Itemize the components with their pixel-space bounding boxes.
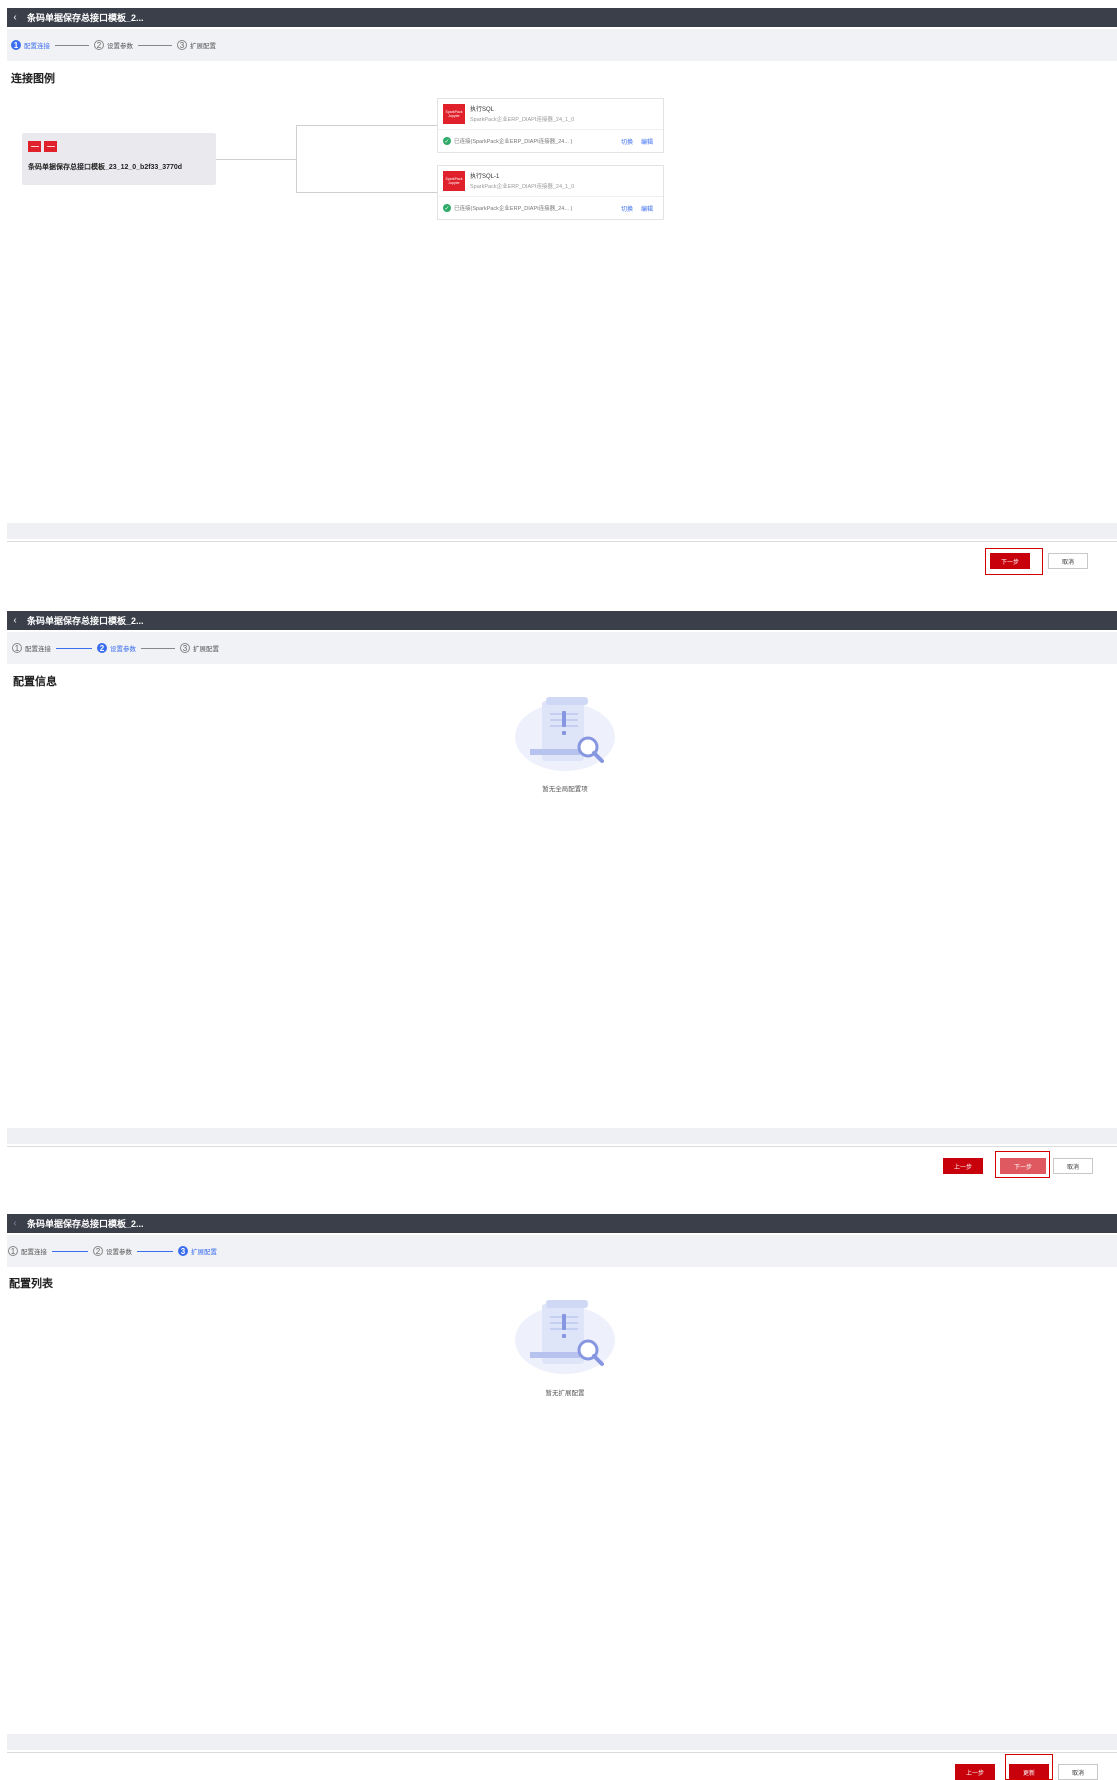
edit-link[interactable]: 编辑 <box>641 204 653 213</box>
step-number: 1 <box>8 1246 18 1256</box>
check-circle-icon: ✓ <box>443 137 451 145</box>
empty-document-search-icon <box>515 697 615 771</box>
sparkpack-logo-icon: SparkPack Jupyter <box>443 104 465 124</box>
section-title: 配置列表 <box>9 1278 53 1290</box>
connection-status: ✓ 已连接(SparkPack企业ERP_DIAPI连接器_24... ) <box>443 204 572 212</box>
step-1: 1 配置连接 <box>8 1246 47 1256</box>
step-label: 设置参数 <box>106 1249 132 1256</box>
empty-text: 暂无扩展配置 <box>545 1390 585 1397</box>
app-icon <box>44 141 57 152</box>
switch-link[interactable]: 切换 <box>621 204 633 213</box>
footer-divider <box>7 1752 1117 1753</box>
empty-document-search-icon <box>515 1300 615 1374</box>
step-number: 1 <box>11 40 21 50</box>
step-number: 3 <box>177 40 187 50</box>
source-icons <box>28 141 57 152</box>
step-3: 3 扩展配置 <box>178 1246 217 1256</box>
target-card: SparkPack Jupyter 执行SQL SparkPack企业ERP_DI… <box>437 98 664 153</box>
app-title: 条码单据保存总接口模板_2... <box>27 13 144 23</box>
section-title: 配置信息 <box>13 676 57 688</box>
cancel-button[interactable]: 取消 <box>1058 1764 1098 1780</box>
step-connector <box>138 44 172 46</box>
step-connector <box>141 647 175 649</box>
target-connector: SparkPack企业ERP_DIAPI连接器_24_1_0 <box>470 184 575 190</box>
cancel-button[interactable]: 取消 <box>1048 553 1088 569</box>
footer-strip <box>7 1734 1117 1750</box>
footer-divider <box>7 541 1117 542</box>
back-chevron-icon[interactable]: ‹ <box>7 615 23 626</box>
step-label: 扩展配置 <box>193 646 219 653</box>
footer-divider <box>7 1146 1117 1147</box>
source-node[interactable]: 条码单据保存总接口模板_23_12_0_b2f33_3770d <box>22 133 216 185</box>
footer-strip <box>7 523 1117 539</box>
update-button[interactable]: 更新 <box>1009 1764 1049 1780</box>
step-2: 2 设置参数 <box>94 40 133 50</box>
step-label: 扩展配置 <box>190 43 216 50</box>
prev-button[interactable]: 上一步 <box>943 1158 983 1174</box>
step-connector <box>55 44 89 46</box>
app-icon <box>28 141 41 152</box>
divider <box>438 129 663 130</box>
step-connector <box>56 647 92 649</box>
footer-strip <box>7 1128 1117 1144</box>
check-circle-icon: ✓ <box>443 204 451 212</box>
sparkpack-logo-icon: SparkPack Jupyter <box>443 171 465 191</box>
step-label: 设置参数 <box>107 43 133 50</box>
title-bar: ‹ 条码单据保存总接口模板_2... <box>7 1214 1117 1233</box>
prev-button[interactable]: 上一步 <box>955 1764 995 1780</box>
step-label: 配置连接 <box>24 43 50 50</box>
steps-bar: 1 配置连接 2 设置参数 3 扩展配置 <box>7 1235 1117 1267</box>
target-connector: SparkPack企业ERP_DIAPI连接器_24_1_0 <box>470 117 575 123</box>
section-title: 连接图例 <box>11 73 55 85</box>
status-text: 已连接(SparkPack企业ERP_DIAPI连接器_24... ) <box>454 139 573 145</box>
step-number: 2 <box>93 1246 103 1256</box>
step-connector <box>52 1250 88 1252</box>
back-chevron-icon[interactable]: ‹ <box>7 12 23 23</box>
flow-connector <box>296 192 437 193</box>
step-number: 3 <box>180 643 190 653</box>
step-number: 2 <box>97 643 107 653</box>
steps-bar: 1 配置连接 2 设置参数 3 扩展配置 <box>7 29 1117 61</box>
title-bar: ‹ 条码单据保存总接口模板_2... <box>7 611 1117 630</box>
app-title: 条码单据保存总接口模板_2... <box>27 616 144 626</box>
empty-text: 暂无全局配置项 <box>542 786 588 793</box>
flow-connector <box>216 159 296 160</box>
edit-link[interactable]: 编辑 <box>641 137 653 146</box>
step-number: 3 <box>178 1246 188 1256</box>
step-label: 扩展配置 <box>191 1249 217 1256</box>
cancel-button[interactable]: 取消 <box>1053 1158 1093 1174</box>
step-label: 设置参数 <box>110 646 136 653</box>
target-name: 执行SQL <box>470 107 495 113</box>
next-button[interactable]: 下一步 <box>1000 1158 1046 1174</box>
step-label: 配置连接 <box>21 1249 47 1256</box>
title-bar: ‹ 条码单据保存总接口模板_2... <box>7 8 1117 27</box>
step-number: 2 <box>94 40 104 50</box>
step-connector <box>137 1250 173 1252</box>
divider <box>438 196 663 197</box>
target-card: SparkPack Jupyter 执行SQL-1 SparkPack企业ERP_… <box>437 165 664 220</box>
source-node-name: 条码单据保存总接口模板_23_12_0_b2f33_3770d <box>28 164 183 171</box>
step-1: 1 配置连接 <box>12 643 51 653</box>
step-number: 1 <box>12 643 22 653</box>
step-3: 3 扩展配置 <box>177 40 216 50</box>
step-label: 配置连接 <box>25 646 51 653</box>
step-2: 2 设置参数 <box>97 643 136 653</box>
flow-connector <box>296 125 297 193</box>
connection-status: ✓ 已连接(SparkPack企业ERP_DIAPI连接器_24... ) <box>443 137 572 145</box>
next-button[interactable]: 下一步 <box>990 553 1030 569</box>
flow-connector <box>296 125 437 126</box>
step-3: 3 扩展配置 <box>180 643 219 653</box>
target-name: 执行SQL-1 <box>470 174 500 180</box>
step-1: 1 配置连接 <box>11 40 50 50</box>
switch-link[interactable]: 切换 <box>621 137 633 146</box>
steps-bar: 1 配置连接 2 设置参数 3 扩展配置 <box>7 632 1117 664</box>
back-chevron-icon[interactable]: ‹ <box>7 1218 23 1229</box>
app-title: 条码单据保存总接口模板_2... <box>27 1219 144 1229</box>
status-text: 已连接(SparkPack企业ERP_DIAPI连接器_24... ) <box>454 206 573 212</box>
step-2: 2 设置参数 <box>93 1246 132 1256</box>
